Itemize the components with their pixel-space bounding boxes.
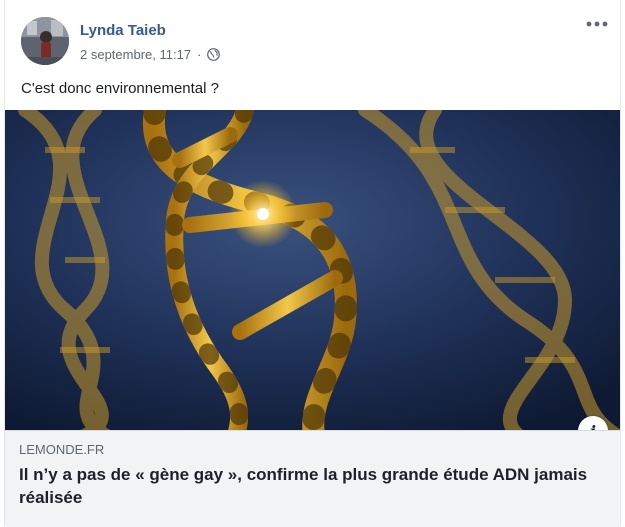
link-domain: LEMONDE.FR (19, 442, 105, 457)
author-avatar[interactable] (21, 17, 69, 65)
more-options-icon[interactable] (584, 14, 610, 34)
link-preview-footer[interactable]: LEMONDE.FR Il n’y a pas de « gène gay »,… (5, 430, 620, 527)
link-preview-image[interactable]: i (5, 110, 620, 430)
avatar-image (21, 17, 69, 65)
post-timestamp[interactable]: 2 septembre, 11:17 (80, 47, 191, 62)
author-name[interactable]: Lynda Taieb (80, 22, 166, 39)
link-headline[interactable]: Il n’y a pas de « gène gay », confirme l… (19, 463, 609, 509)
meta-separator: · (197, 47, 202, 62)
globe-icon[interactable] (207, 48, 221, 61)
post-card: Lynda Taieb 2 septembre, 11:17 · C'est d… (4, 0, 621, 527)
post-text: C'est donc environnemental ? (21, 80, 219, 97)
post-meta: 2 septembre, 11:17 · (80, 47, 221, 62)
dna-helix-image (5, 110, 620, 430)
